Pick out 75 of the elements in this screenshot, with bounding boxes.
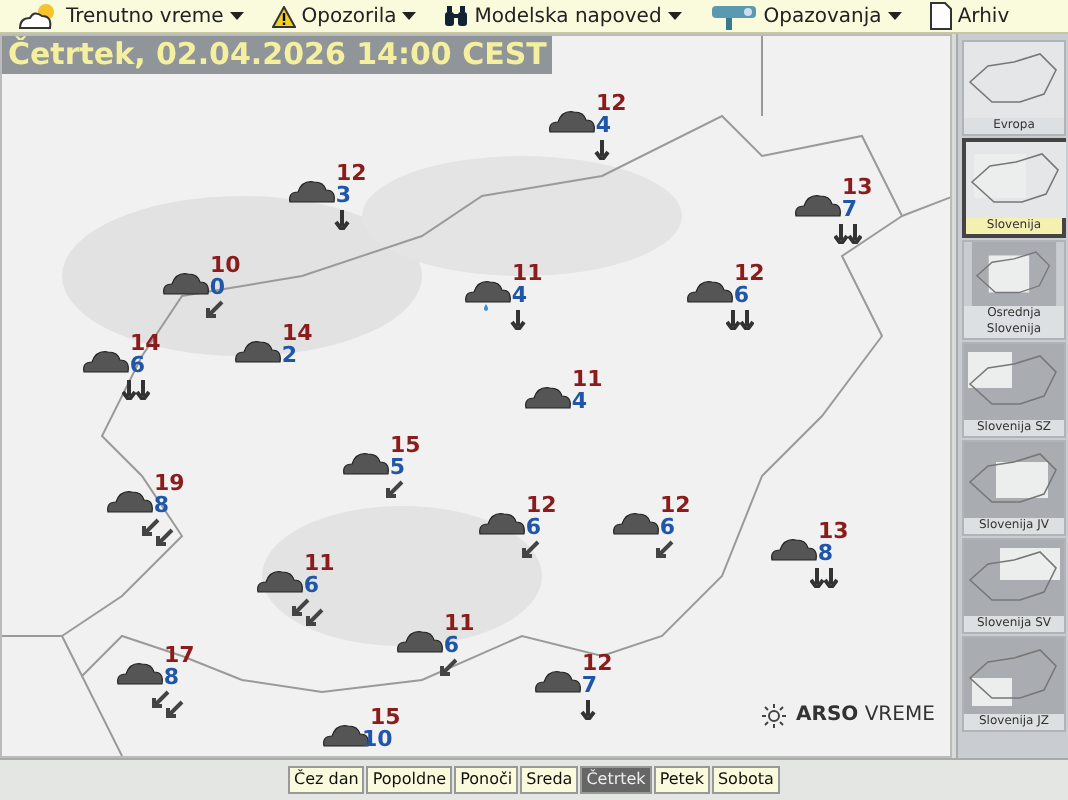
weather-station-icon <box>709 2 758 30</box>
wind-arrow-icon <box>509 308 526 330</box>
wind-arrow-icon <box>655 540 676 558</box>
wind-speed: 5 <box>389 456 405 478</box>
wind-speed: 6 <box>129 354 145 376</box>
wind-arrow-icon <box>579 698 596 720</box>
wind-speed: 2 <box>281 344 297 366</box>
temperature: 12 <box>582 652 613 674</box>
wind-arrow-icon <box>385 480 406 498</box>
wind-arrow-icon <box>151 690 188 718</box>
map-thumbnail <box>966 142 1066 218</box>
menu-button[interactable]: Arhiv <box>929 1 1010 31</box>
temperature: 15 <box>390 434 421 456</box>
temperature: 11 <box>572 368 603 390</box>
wind-speed: 0 <box>209 276 225 298</box>
wind-speed: 6 <box>525 516 541 538</box>
temperature: 11 <box>512 262 543 284</box>
wind-speed: 6 <box>659 516 675 538</box>
temperature: 12 <box>336 162 367 184</box>
sun-logo-icon <box>762 703 786 727</box>
wind-arrow-icon <box>833 222 862 244</box>
wind-speed: 6 <box>733 284 749 306</box>
wind-speed: 4 <box>571 390 587 412</box>
wind-speed: 4 <box>511 284 527 306</box>
day-tab[interactable]: Četrtek <box>580 766 652 794</box>
temperature: 12 <box>596 92 627 114</box>
wind-arrow-icon <box>725 308 754 330</box>
sun-cloud-icon <box>16 2 60 30</box>
logo-text: ARSO VREME <box>796 702 935 730</box>
wind-speed: 6 <box>303 574 319 596</box>
day-tab[interactable]: Sreda <box>520 766 579 794</box>
map-thumbnail <box>964 42 1064 118</box>
wind-arrow-icon <box>809 566 838 588</box>
temperature: 17 <box>164 644 195 666</box>
day-tab[interactable]: Čez dan <box>288 766 365 794</box>
wind-arrow-icon <box>593 138 610 160</box>
temperature: 14 <box>130 332 161 354</box>
wind-speed: 6 <box>443 634 459 656</box>
wind-speed: 4 <box>595 114 611 136</box>
day-tab[interactable]: Sobota <box>711 766 780 794</box>
day-tab[interactable]: Petek <box>653 766 710 794</box>
temperature: 13 <box>842 176 873 198</box>
temperature: 11 <box>444 612 475 634</box>
document-icon <box>929 2 952 30</box>
wind-arrow-icon <box>141 518 178 546</box>
temperature: 13 <box>818 520 849 542</box>
day-tab[interactable]: Ponoči <box>454 766 519 794</box>
temperature: 12 <box>660 494 691 516</box>
wind-arrow-icon <box>205 300 226 318</box>
wind-speed: 8 <box>153 494 169 516</box>
wind-speed: 7 <box>581 674 597 696</box>
wind-arrow-icon <box>121 378 150 400</box>
temperature: 15 <box>370 706 401 728</box>
menu-button[interactable]: Trenutno vreme <box>16 1 244 31</box>
wind-arrow-icon <box>333 208 350 230</box>
menu-button[interactable]: Modelska napoved <box>444 1 682 31</box>
wind-speed: 8 <box>163 666 179 688</box>
menu-button[interactable]: Opazovanja <box>709 1 902 31</box>
map-title: Četrtek, 02.04.2026 14:00 CEST <box>2 36 553 74</box>
temperature: 10 <box>210 254 241 276</box>
temperature: 12 <box>734 262 765 284</box>
wind-speed: 3 <box>335 184 351 206</box>
wind-speed: 7 <box>841 198 857 220</box>
menu-button[interactable]: Opozorila <box>271 1 417 31</box>
wind-arrow-icon <box>521 540 542 558</box>
temperature: 19 <box>154 472 185 494</box>
day-tab[interactable]: Popoldne <box>366 766 453 794</box>
temperature: 14 <box>282 322 313 344</box>
wind-arrow-icon <box>291 598 328 626</box>
binoculars-icon <box>444 6 469 26</box>
temperature: 12 <box>526 494 557 516</box>
wind-arrow-icon <box>439 658 460 676</box>
wind-speed: 8 <box>817 542 833 564</box>
warning-icon <box>271 5 296 27</box>
temperature: 11 <box>304 552 335 574</box>
